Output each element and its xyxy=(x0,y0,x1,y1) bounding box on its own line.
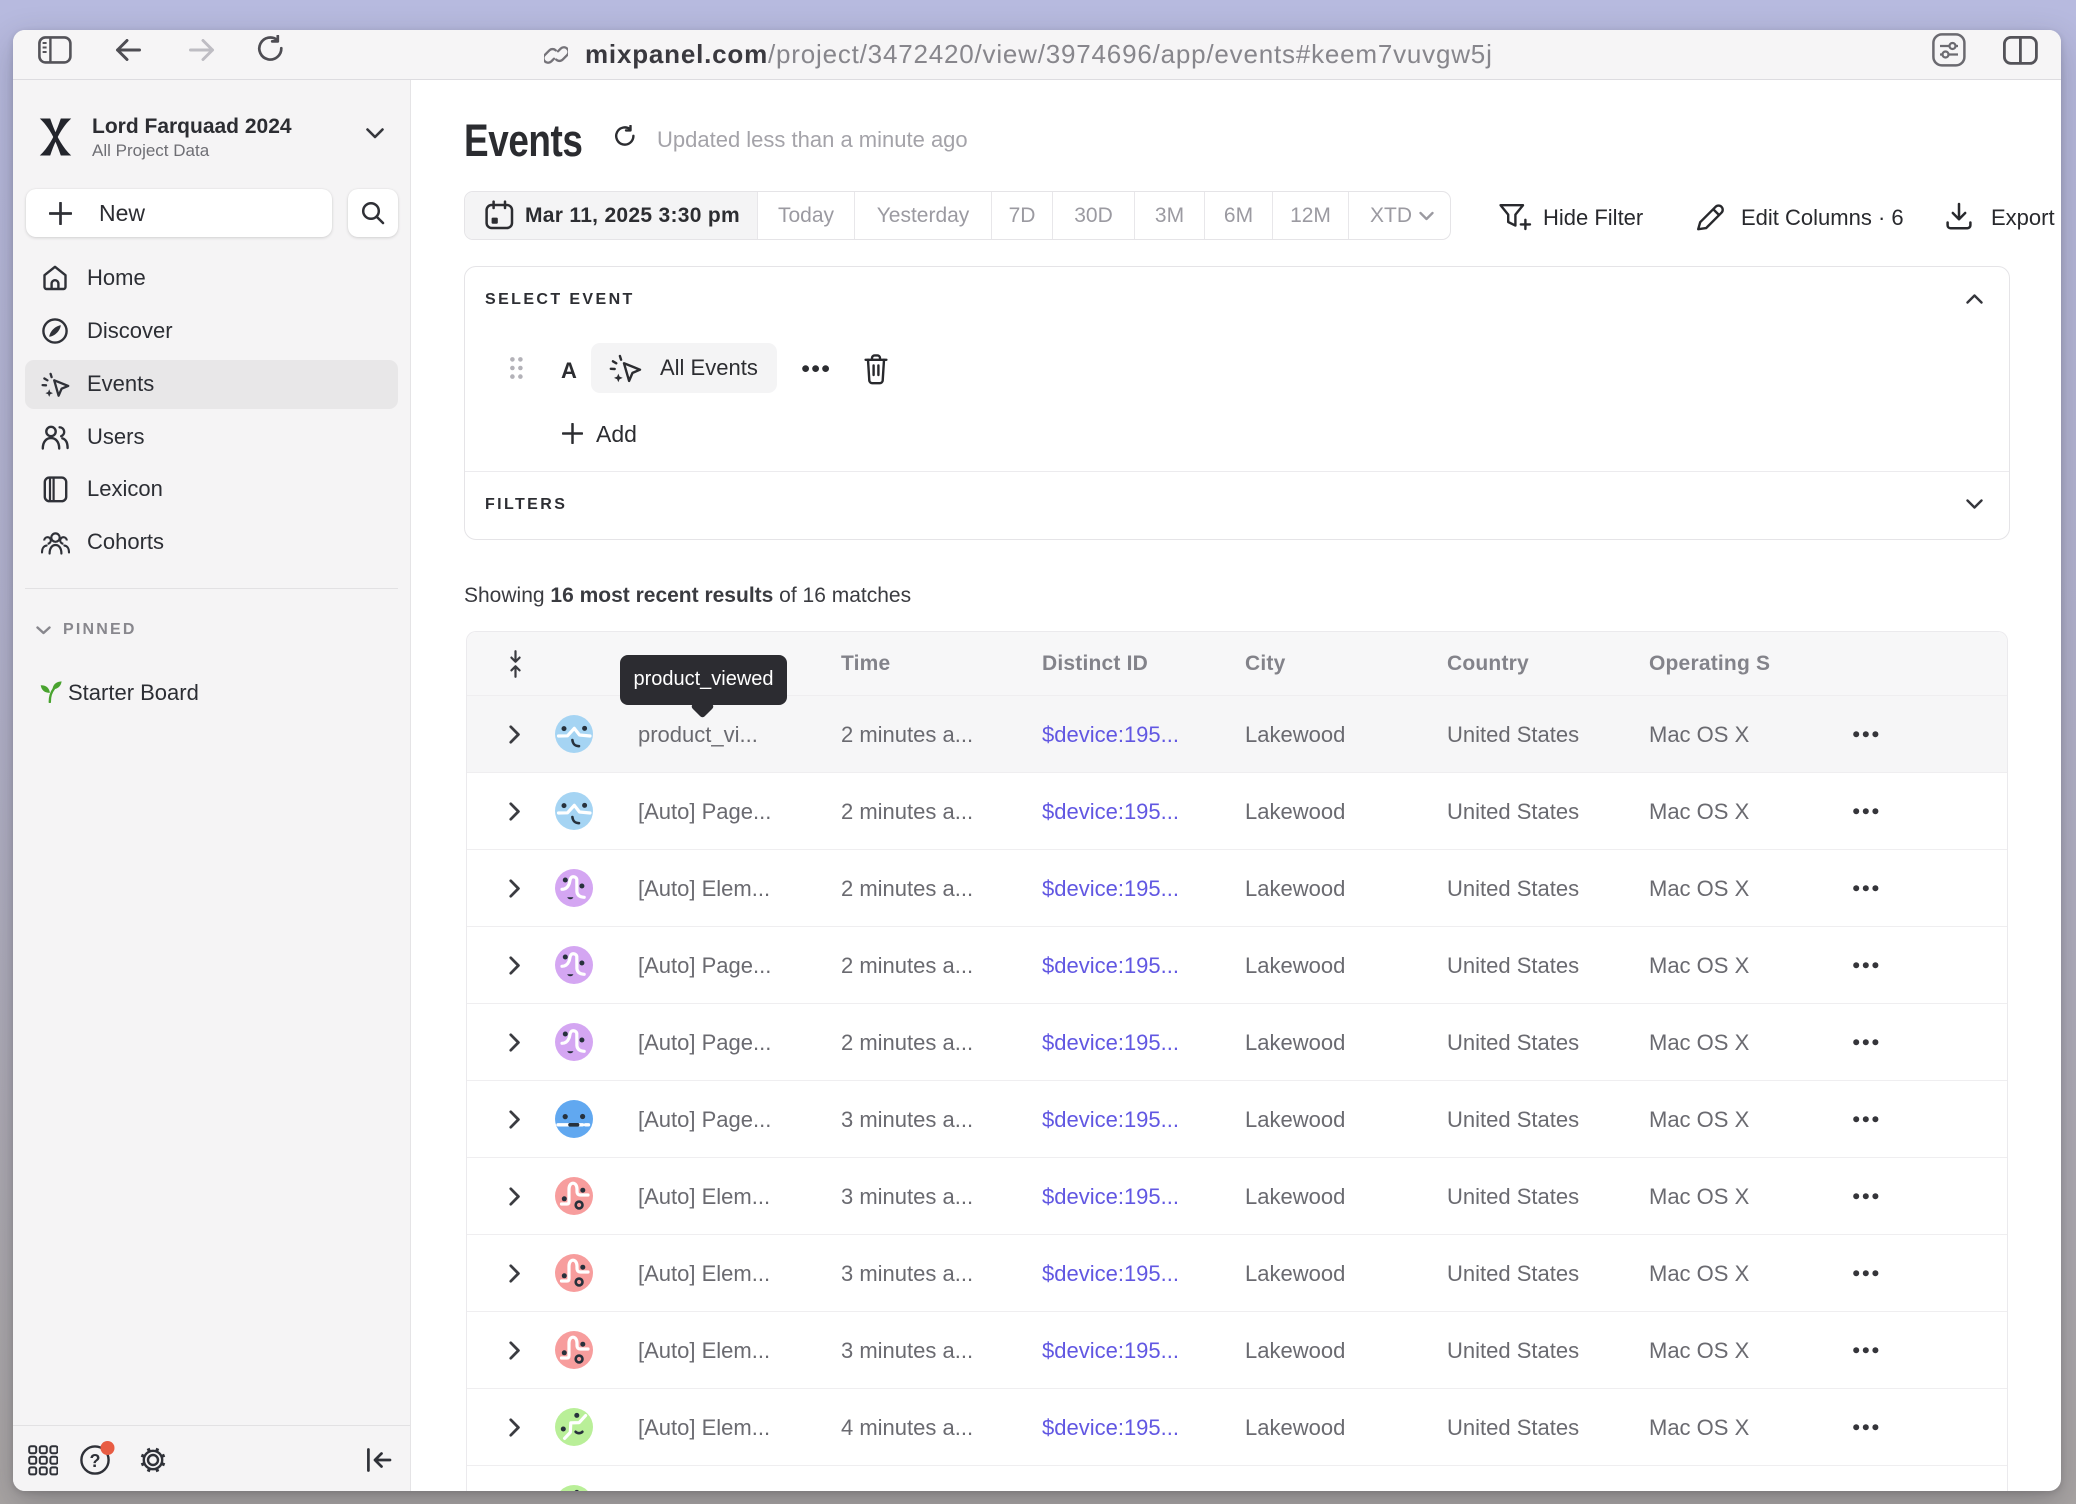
svg-text:?: ? xyxy=(90,1451,101,1471)
